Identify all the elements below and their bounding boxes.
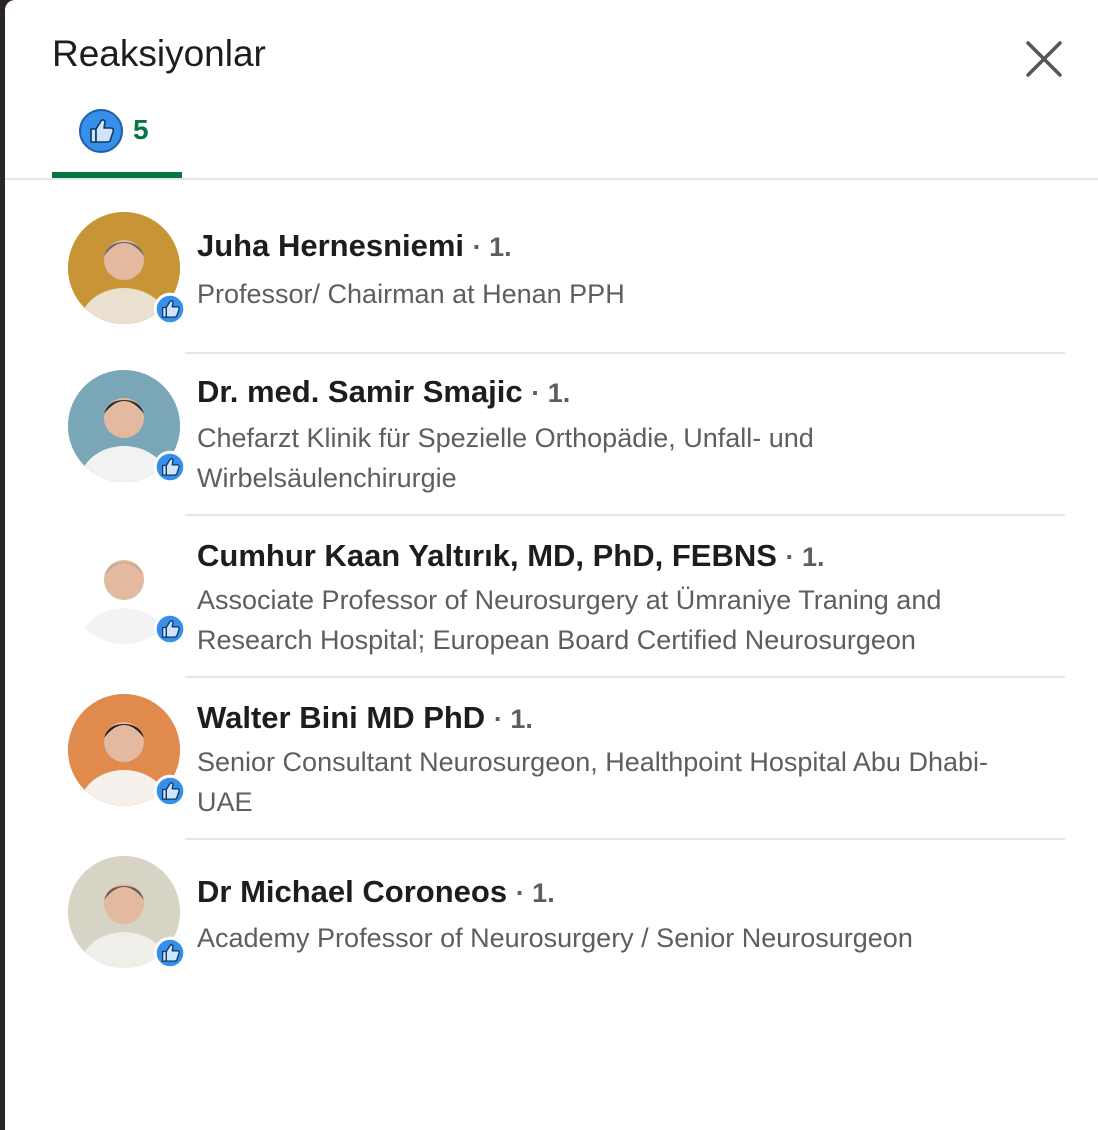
- like-icon: [153, 612, 187, 646]
- like-icon: [79, 109, 123, 153]
- close-icon: [1026, 41, 1062, 77]
- like-icon: [153, 292, 187, 326]
- connection-degree: · 1.: [472, 232, 512, 262]
- reactor-name[interactable]: Walter Bini MD PhD: [197, 700, 485, 735]
- reaction-badge: [153, 774, 187, 808]
- row-separator: [185, 514, 1065, 516]
- reactor-row[interactable]: Walter Bini MD PhD · 1. Senior Consultan…: [65, 694, 1065, 817]
- reaction-badge: [153, 450, 187, 484]
- reactor-row[interactable]: Dr Michael Coroneos · 1. Academy Profess…: [65, 856, 1065, 976]
- tab-all-likes[interactable]: 5: [52, 102, 182, 178]
- reactor-row[interactable]: Juha Hernesniemi · 1. Professor/ Chairma…: [65, 212, 1065, 332]
- connection-degree: · 1.: [785, 542, 825, 572]
- reactor-headline: Senior Consultant Neurosurgeon, Healthpo…: [197, 747, 988, 817]
- like-icon: [153, 450, 187, 484]
- reactor-name[interactable]: Dr Michael Coroneos: [197, 874, 507, 909]
- reactor-headline: Academy Professor of Neurosurgery / Seni…: [197, 923, 913, 953]
- reactor-row[interactable]: Cumhur Kaan Yaltırık, MD, PhD, FEBNS · 1…: [65, 532, 1065, 655]
- reactor-name-line: Cumhur Kaan Yaltırık, MD, PhD, FEBNS · 1…: [197, 538, 825, 574]
- reaction-badge: [153, 936, 187, 970]
- row-separator: [185, 676, 1065, 678]
- reactor-name[interactable]: Juha Hernesniemi: [197, 228, 464, 263]
- row-separator: [185, 838, 1065, 840]
- reactor-name-line: Juha Hernesniemi · 1.: [197, 228, 512, 264]
- reactor-name-line: Walter Bini MD PhD · 1.: [197, 700, 533, 736]
- dialog-title: Reaksiyonlar: [52, 33, 266, 74]
- reactions-dialog: Reaksiyonlar 5 Juha Hernesniemi · 1. Pro…: [5, 0, 1098, 1130]
- like-icon: [153, 936, 187, 970]
- like-icon: [153, 774, 187, 808]
- reactor-name[interactable]: Dr. med. Samir Smajic: [197, 374, 523, 409]
- reactor-row[interactable]: Dr. med. Samir Smajic · 1. Chefarzt Klin…: [65, 370, 1065, 493]
- reactor-name-line: Dr. med. Samir Smajic · 1.: [197, 374, 570, 410]
- tab-like-count: 5: [133, 114, 149, 145]
- connection-degree: · 1.: [531, 378, 571, 408]
- reactor-name-line: Dr Michael Coroneos · 1.: [197, 874, 555, 910]
- connection-degree: · 1.: [515, 878, 555, 908]
- reaction-badge: [153, 292, 187, 326]
- connection-degree: · 1.: [493, 704, 533, 734]
- reactor-name[interactable]: Cumhur Kaan Yaltırık, MD, PhD, FEBNS: [197, 538, 777, 573]
- row-separator: [185, 352, 1065, 354]
- close-button[interactable]: [1022, 37, 1066, 81]
- tab-divider: [5, 178, 1098, 180]
- reactor-headline: Professor/ Chairman at Henan PPH: [197, 279, 625, 309]
- reactor-headline: Chefarzt Klinik für Spezielle Orthopädie…: [197, 423, 814, 493]
- reaction-badge: [153, 612, 187, 646]
- reactor-headline: Associate Professor of Neurosurgery at Ü…: [197, 585, 942, 655]
